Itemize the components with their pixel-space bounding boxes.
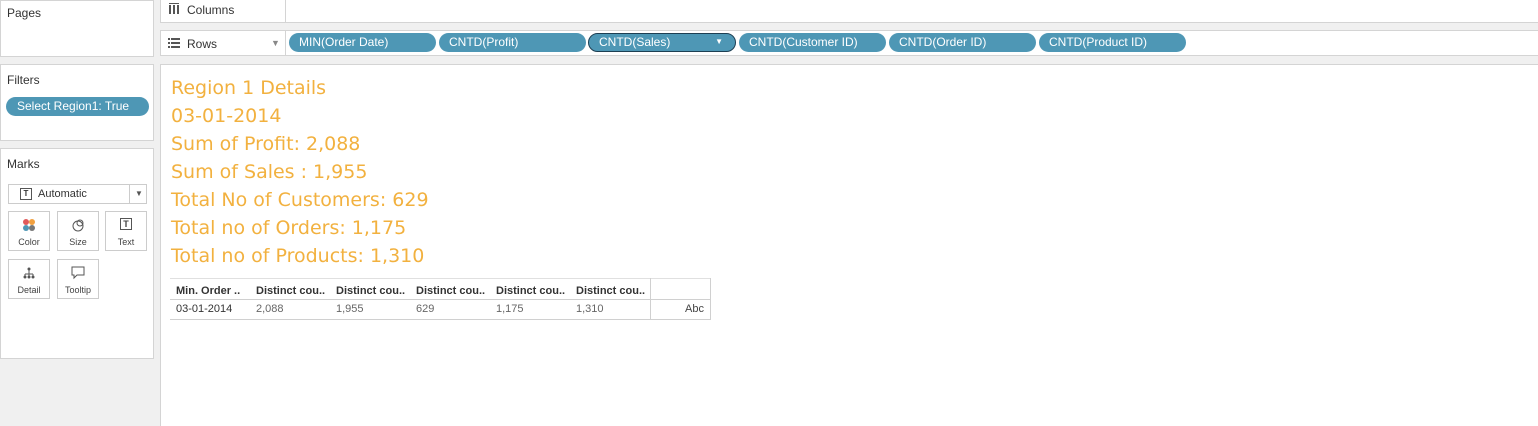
marks-size-label: Size [69,237,87,247]
text-icon: T [120,218,132,230]
detail-line-orders: Total no of Orders: 1,175 [171,217,407,239]
rows-pill-cntd-customer-id[interactable]: CNTD(Customer ID) [739,33,886,52]
chevron-down-icon: ▼ [135,189,143,198]
marks-color-button[interactable]: Color [8,211,50,251]
table-cell-order-date: 03-01-2014 [176,303,233,315]
mark-type-dropdown[interactable]: T Automatic ▼ [8,184,147,204]
marks-detail-button[interactable]: Detail [8,259,50,299]
rows-pill-cntd-profit[interactable]: CNTD(Profit) [439,33,586,52]
rows-divider [285,31,286,55]
detail-line-products: Total no of Products: 1,310 [171,245,425,267]
columns-shelf[interactable]: Columns [160,0,1538,23]
table-bottom-border [170,319,711,320]
marks-detail-label: Detail [17,285,41,295]
marks-text-label: Text [117,237,135,247]
table-cell-profit: 2,088 [256,303,284,315]
rows-icon [168,37,180,52]
tooltip-icon [71,266,85,282]
table-cell-orders: 1,175 [496,303,524,315]
filters-title: Filters [7,73,40,87]
marks-title: Marks [7,157,40,171]
size-icon [71,218,85,234]
detail-line-customers: Total No of Customers: 629 [171,189,429,211]
table-header-distinct-orders[interactable]: Distinct cou.. [496,285,565,297]
table-header-min-order[interactable]: Min. Order .. [176,285,240,297]
table-header-divider [170,299,711,300]
columns-icon [168,3,180,18]
table-header-distinct-products[interactable]: Distinct cou.. [576,285,645,297]
table-header-distinct-profit[interactable]: Distinct cou.. [256,285,325,297]
pill-dropdown-icon[interactable]: ▼ [715,34,723,50]
rows-pill-cntd-sales-label: CNTD(Sales) [599,35,671,49]
table-right-border [710,278,711,320]
dropdown-divider [129,185,130,203]
table-top-border [170,278,711,279]
rows-pill-min-order-date[interactable]: MIN(Order Date) [289,33,436,52]
marks-tooltip-label: Tooltip [64,285,91,295]
columns-divider [285,0,286,22]
marks-text-button[interactable]: T Text [105,211,147,251]
rows-pill-cntd-product-id[interactable]: CNTD(Product ID) [1039,33,1186,52]
detail-line-profit: Sum of Profit: 2,088 [171,133,361,155]
table-header-distinct-sales[interactable]: Distinct cou.. [336,285,405,297]
rows-dropdown-icon[interactable]: ▼ [271,38,280,48]
marks-panel: Marks T Automatic ▼ Color Size T Text De… [0,148,154,359]
mark-type-value: Automatic [38,188,87,200]
text-mark-icon: T [20,188,32,200]
detail-line-title: Region 1 Details [171,77,327,99]
filters-panel: Filters Select Region1: True [0,64,154,141]
marks-color-label: Color [18,237,40,247]
table-col-divider [650,278,651,320]
rows-pill-cntd-order-id[interactable]: CNTD(Order ID) [889,33,1036,52]
detail-line-sales: Sum of Sales : 1,955 [171,161,368,183]
table-cell-abc: Abc [685,303,704,315]
rows-pill-cntd-sales[interactable]: CNTD(Sales) ▼ [588,33,736,52]
marks-tooltip-button[interactable]: Tooltip [57,259,99,299]
color-icon [22,218,36,234]
pages-panel: Pages [0,0,154,57]
rows-label: Rows [187,37,218,51]
pages-title: Pages [7,6,42,20]
filter-pill-select-region1[interactable]: Select Region1: True [6,97,149,116]
table-cell-products: 1,310 [576,303,604,315]
table-cell-sales: 1,955 [336,303,364,315]
table-header-distinct-customers[interactable]: Distinct cou.. [416,285,485,297]
columns-label: Columns [187,3,235,17]
table-cell-customers: 629 [416,303,435,315]
detail-line-date: 03-01-2014 [171,105,282,127]
marks-size-button[interactable]: Size [57,211,99,251]
detail-icon [22,266,36,282]
